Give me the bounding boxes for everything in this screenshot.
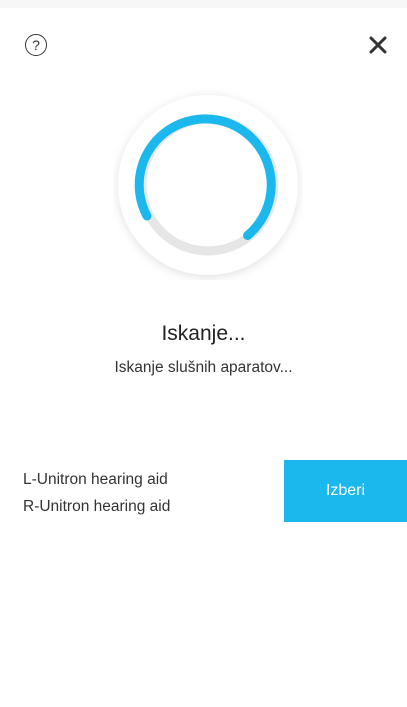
top-divider (0, 0, 407, 8)
device-item-left: L-Unitron hearing aid (23, 471, 168, 488)
device-item-right: R-Unitron hearing aid (23, 498, 171, 515)
device-list: L-Unitron hearing aid R-Unitron hearing … (23, 470, 170, 524)
close-glyph (369, 36, 387, 54)
scanning-spinner (113, 90, 303, 280)
help-glyph: ? (32, 37, 40, 53)
scan-title: Iskanje... (161, 322, 246, 345)
spinner-svg (118, 95, 298, 275)
close-icon[interactable] (367, 34, 389, 56)
help-icon[interactable]: ? (25, 34, 47, 56)
select-button[interactable]: Izberi (284, 460, 407, 522)
scan-screen: ? Iskanje... Iskanje slušnih aparatov...… (0, 0, 407, 707)
scan-subtitle: Iskanje slušnih aparatov... (114, 359, 293, 376)
